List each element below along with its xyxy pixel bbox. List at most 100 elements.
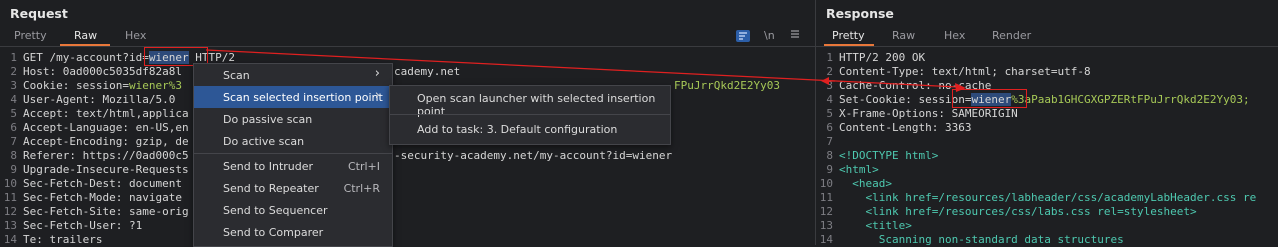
menu-item-send-to-sequencer[interactable]: Send to Sequencer xyxy=(194,199,392,221)
response-line: Content-Length: 3363 xyxy=(839,121,971,135)
tab-raw[interactable]: Raw xyxy=(74,29,97,42)
line-text: <link href=/resources/css/labs.css rel=s… xyxy=(839,205,1197,218)
wrap-lines-icon[interactable] xyxy=(736,30,750,42)
cookie-value: %3aPaab1GHCGXGPZERtFPuJrrQkd2E2Yy03; xyxy=(1011,93,1250,106)
line-number: 3 xyxy=(10,79,17,92)
line-number: 14 xyxy=(819,233,833,245)
submenu-item-add-to-task[interactable]: Add to task: 3. Default configuration xyxy=(390,118,670,140)
annotation-box-response xyxy=(952,89,1027,108)
line-number: 10 xyxy=(819,177,833,190)
menu-item-label: Add to task: 3. Default configuration xyxy=(417,123,618,136)
tab-pretty[interactable]: Pretty xyxy=(832,29,865,42)
response-line: Set-Cookie: session=wiener%3aPaab1GHCGXG… xyxy=(839,93,1250,107)
request-line: Accept: text/html,applica xyxy=(23,107,189,121)
request-line: Host: 0ad000c5035df82a8l xyxy=(23,65,182,79)
tab-hex[interactable]: Hex xyxy=(944,29,965,42)
cookie-value-tail: FPuJrrQkd2E2Yy03 xyxy=(674,79,780,92)
active-tab-indicator xyxy=(824,44,874,46)
request-title: Request xyxy=(10,6,68,21)
request-line: Sec-Fetch-Mode: navigate xyxy=(23,191,182,205)
response-tabs: Pretty Raw Hex Render xyxy=(816,28,1278,47)
menu-item-do-passive-scan[interactable]: Do passive scan xyxy=(194,108,392,130)
line-text: <html> xyxy=(839,163,879,176)
request-line: Referer: https://0ad000c5 xyxy=(23,149,189,163)
request-line: Accept-Encoding: gzip, de xyxy=(23,135,189,149)
request-line: Sec-Fetch-Dest: document xyxy=(23,177,182,191)
line-text: Sec-Fetch-Dest: document xyxy=(23,177,182,190)
request-line: Te: trailers xyxy=(23,233,102,245)
submenu-item-open-scan-launcher[interactable]: Open scan launcher with selected inserti… xyxy=(390,87,670,118)
line-text: GET /my-account?id= xyxy=(23,51,149,64)
line-text: Sec-Fetch-User: ?1 xyxy=(23,219,143,232)
menu-item-scan-selected-insertion-point[interactable]: Scan selected insertion point › xyxy=(194,86,392,108)
line-number: 4 xyxy=(10,93,17,106)
menu-item-label: Send to Comparer xyxy=(223,226,324,239)
line-text: Host: 0ad000c5035df82a8l xyxy=(23,65,182,78)
line-number: 8 xyxy=(10,149,17,162)
line-number: 7 xyxy=(826,135,833,148)
response-line: <head> xyxy=(839,177,892,191)
response-line: X-Frame-Options: SAMEORIGIN xyxy=(839,107,1018,121)
response-line: <link href=/resources/css/labs.css rel=s… xyxy=(839,205,1197,219)
line-number: 1 xyxy=(10,51,17,64)
line-number: 2 xyxy=(10,65,17,78)
response-title: Response xyxy=(826,6,894,21)
line-number: 11 xyxy=(3,191,17,204)
menu-item-label: Do active scan xyxy=(223,135,305,148)
line-number: 6 xyxy=(826,121,833,134)
line-number: 3 xyxy=(826,79,833,92)
line-text: Upgrade-Insecure-Requests xyxy=(23,163,189,176)
chevron-right-icon: › xyxy=(374,88,380,103)
line-number: 9 xyxy=(826,163,833,176)
line-number: 5 xyxy=(826,107,833,120)
line-text: Sec-Fetch-Mode: navigate xyxy=(23,191,182,204)
response-line: Scanning non-standard data structures xyxy=(839,233,1124,245)
request-line: Accept-Language: en-US,en xyxy=(23,121,189,135)
menu-item-label: Do passive scan xyxy=(223,113,313,126)
context-menu: Scan › Scan selected insertion point › Do pa… xyxy=(193,63,393,247)
line-text: User-Agent: Mozilla/5.0 xyxy=(23,93,182,106)
line-tail: -security-academy.net/my-account?id=wien… xyxy=(394,149,673,162)
line-text: Accept: text/html,applica xyxy=(23,107,189,120)
line-number: 6 xyxy=(10,121,17,134)
context-submenu: Open scan launcher with selected inserti… xyxy=(389,85,671,145)
line-text: Te: trailers xyxy=(23,233,103,245)
response-pane: Response Pretty Raw Hex Render 1 HTTP/2 2… xyxy=(816,0,1278,245)
line-number: 8 xyxy=(826,149,833,162)
line-text: Content-Length: 3363 xyxy=(839,121,972,134)
line-number: 11 xyxy=(819,191,833,204)
line-number: 13 xyxy=(3,219,17,232)
request-line: Upgrade-Insecure-Requests xyxy=(23,163,189,177)
tab-render[interactable]: Render xyxy=(992,29,1031,42)
menu-item-label: Send to Repeater xyxy=(223,182,319,195)
hamburger-icon[interactable] xyxy=(790,29,800,42)
line-number: 2 xyxy=(826,65,833,78)
request-line: Sec-Fetch-User: ?1 xyxy=(23,219,142,233)
menu-item-send-to-intruder[interactable]: Send to Intruder Ctrl+I xyxy=(194,155,392,177)
line-tail: cademy.net xyxy=(394,65,461,78)
menu-item-shortcut: Ctrl+R xyxy=(343,182,380,195)
line-text: <link href=/resources/labheader/css/acad… xyxy=(839,191,1257,204)
menu-item-scan[interactable]: Scan › xyxy=(194,64,392,86)
line-text: Referer: https://0ad000c5 xyxy=(23,149,189,162)
menu-item-send-to-repeater[interactable]: Send to Repeater Ctrl+R xyxy=(194,177,392,199)
tab-hex[interactable]: Hex xyxy=(125,29,146,42)
request-tabs: Pretty Raw Hex xyxy=(0,28,815,47)
line-text: Cookie: session= xyxy=(23,79,129,92)
line-number: 14 xyxy=(3,233,17,245)
menu-item-send-to-comparer[interactable]: Send to Comparer xyxy=(194,221,392,243)
newline-toggle[interactable]: \n xyxy=(764,29,775,42)
menu-item-label: Send to Sequencer xyxy=(223,204,328,217)
menu-item-label: Scan xyxy=(223,69,250,82)
line-number: 5 xyxy=(10,107,17,120)
line-text: <title> xyxy=(839,219,912,232)
line-number: 9 xyxy=(10,163,17,176)
line-number: 7 xyxy=(10,135,17,148)
line-text: Accept-Language: en-US,en xyxy=(23,121,189,134)
menu-item-do-active-scan[interactable]: Do active scan xyxy=(194,130,392,152)
line-number: 12 xyxy=(819,205,833,218)
response-line: <link href=/resources/labheader/css/acad… xyxy=(839,191,1256,205)
tab-pretty[interactable]: Pretty xyxy=(14,29,47,42)
response-line: Content-Type: text/html; charset=utf-8 xyxy=(839,65,1091,79)
tab-raw[interactable]: Raw xyxy=(892,29,915,42)
